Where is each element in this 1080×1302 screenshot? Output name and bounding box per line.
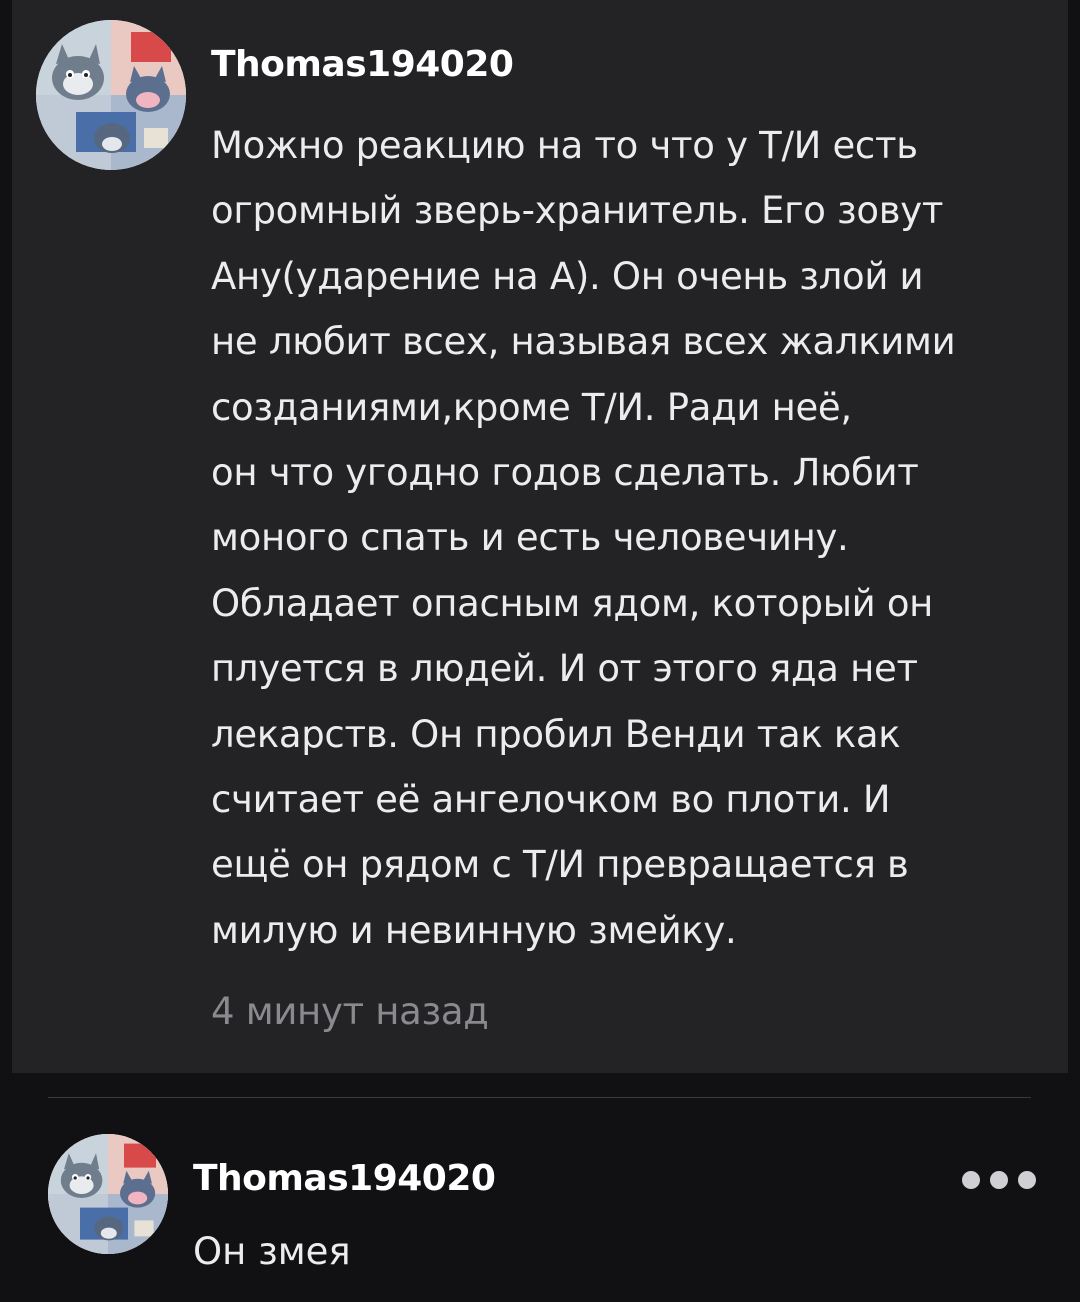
comment-text-line: созданиями,кроме Т/И. Ради неё, [211,385,852,429]
comment-text-line: он что угодно годов сделать. Любит [211,451,919,495]
reply-username[interactable]: Thomas194020 [193,1158,496,1199]
comment-text-line: огромный зверь-хранитель. Его зовут [211,189,944,233]
dot [990,1171,1008,1189]
comment-text-line: плуется в людей. И от этого яда нет [211,647,918,691]
more-dots-icon[interactable] [962,1164,1036,1196]
comment-text-line: моного спать и есть человечину. [211,516,849,560]
dot [1018,1171,1036,1189]
comment-timestamp: 4 минут назад [211,990,489,1033]
comment-text: Можно реакцию на то что у Т/И есть огром… [211,113,1046,963]
comment-text-line: Обладает опасным ядом, который он [211,581,934,625]
divider [48,1097,1031,1098]
reply-text: Он змея [193,1230,351,1273]
comment-text-line: лекарств. Он пробил Венди так как [211,712,901,756]
dot [962,1171,980,1189]
comment-text-line: милую и невинную змейку. [211,908,737,952]
comment-text-line: не любит всех, называя всех жалкими [211,320,956,364]
comment-text-line: Можно реакцию на то что у Т/И есть [211,124,918,167]
comment-text-line: Ану(ударение на А). Он очень злой и [211,254,924,298]
avatar-cat-collage-image [48,1134,168,1254]
comment-username[interactable]: Thomas194020 [211,44,514,85]
reply-avatar[interactable] [48,1134,168,1254]
avatar-cat-collage-image [36,20,186,170]
avatar[interactable] [36,20,186,170]
comment-text-line: считает её ангелочком во плоти. И [211,778,891,822]
comment-text-line: ещё он рядом с Т/И превращается в [211,843,909,887]
